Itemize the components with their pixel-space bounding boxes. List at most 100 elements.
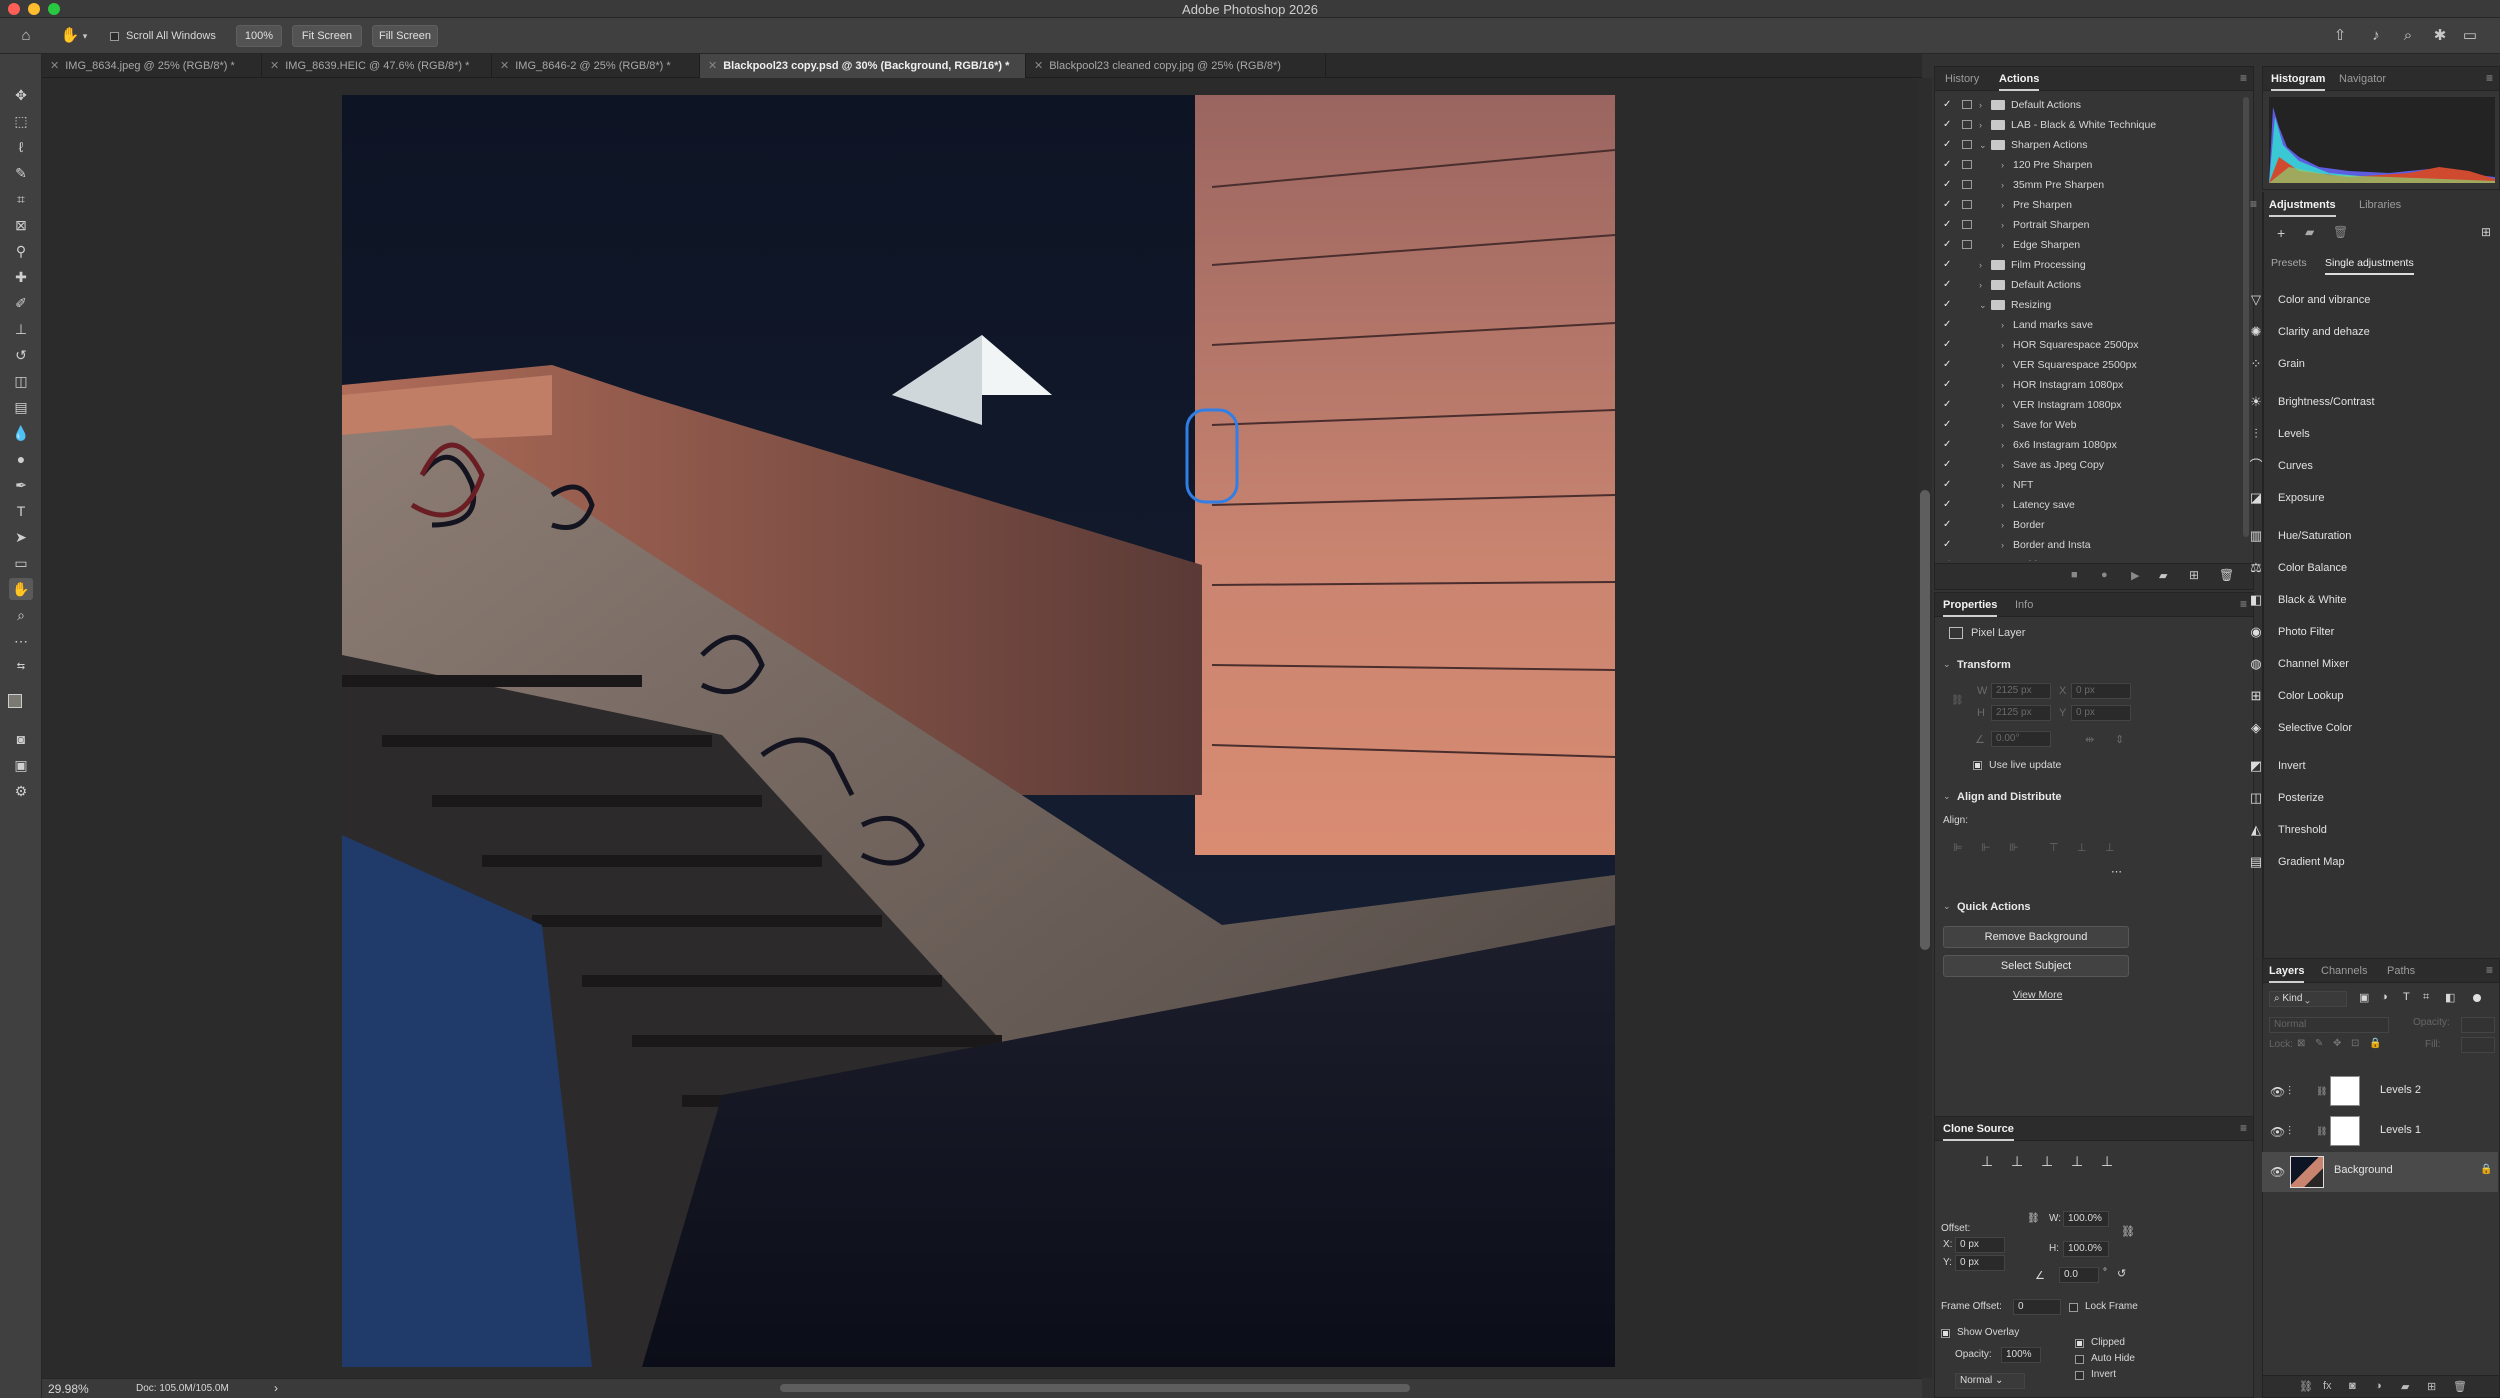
- lock-artboard-icon[interactable]: ⊡: [2351, 1038, 2359, 1049]
- fill-screen-button[interactable]: Fill Screen: [372, 25, 438, 47]
- delete-icon[interactable]: 🗑: [2219, 568, 2234, 582]
- check-icon[interactable]: ✓: [1943, 355, 1951, 375]
- chevron-right-icon[interactable]: ›: [2001, 235, 2004, 255]
- layer-row-levels-2[interactable]: 👁 ⫶ ⛓ Levels 2: [2262, 1072, 2498, 1112]
- fit-screen-button[interactable]: Fit Screen: [292, 25, 362, 47]
- action-item[interactable]: ✓ › Edge Sharpen: [1935, 235, 2235, 255]
- chevron-down-icon[interactable]: ⌄: [1979, 295, 1987, 315]
- link-icon[interactable]: ⛓: [2316, 1086, 2327, 1097]
- dialog-toggle-icon[interactable]: [1962, 240, 1972, 249]
- chevron-right-icon[interactable]: ›: [1979, 115, 1982, 135]
- chain-icon[interactable]: ⛓: [2121, 1225, 2135, 1238]
- overlay-blend-dropdown[interactable]: Normal ⌄: [1955, 1373, 2025, 1389]
- action-set-item[interactable]: ✓ › Default Actions: [1935, 275, 2235, 295]
- chevron-right-icon[interactable]: ›: [2001, 455, 2004, 475]
- w-field[interactable]: 2125 px: [1991, 683, 2051, 699]
- tab-adjustments[interactable]: Adjustments: [2269, 193, 2336, 217]
- offset-y-field[interactable]: 0 px: [1955, 1255, 2005, 1271]
- tab-channels[interactable]: Channels: [2321, 959, 2367, 983]
- action-set-item[interactable]: ✓ › Default Actions: [1935, 95, 2235, 115]
- history-brush-tool-icon[interactable]: ↺: [9, 344, 33, 366]
- check-icon[interactable]: ✓: [1943, 475, 1951, 495]
- remove-background-button[interactable]: Remove Background: [1943, 926, 2129, 948]
- home-icon[interactable]: ⌂: [14, 25, 38, 47]
- play-icon[interactable]: ▶: [2131, 569, 2139, 582]
- adjustment-layer-icon[interactable]: ◑: [2375, 1380, 2382, 1392]
- search-icon[interactable]: ⌕: [2396, 25, 2420, 47]
- opacity-field[interactable]: [2461, 1017, 2495, 1033]
- chevron-right-icon[interactable]: ›: [2001, 155, 2004, 175]
- dialog-toggle-icon[interactable]: [1962, 120, 1972, 129]
- action-item[interactable]: ✓ › Latency save: [1935, 495, 2235, 515]
- layer-mask-thumbnail[interactable]: [2330, 1076, 2360, 1106]
- marquee-tool-icon[interactable]: ⬚: [9, 110, 33, 132]
- new-action-icon[interactable]: ⊞: [2189, 568, 2199, 582]
- chevron-right-icon[interactable]: ›: [2001, 195, 2004, 215]
- chevron-right-icon[interactable]: ›: [1979, 95, 1982, 115]
- adjustment-item[interactable]: ✺ Clarity and dehaze: [2251, 322, 2370, 342]
- blend-mode-dropdown[interactable]: Normal: [2269, 1017, 2389, 1033]
- reset-transform-icon[interactable]: ↺: [2117, 1267, 2126, 1280]
- layer-row-levels-1[interactable]: 👁 ⫶ ⛓ Levels 1: [2262, 1112, 2498, 1152]
- swap-colors-icon[interactable]: ⇆: [9, 656, 33, 678]
- action-set-item[interactable]: ✓ › LAB - Black & White Technique: [1935, 115, 2235, 135]
- check-icon[interactable]: ✓: [1943, 495, 1951, 515]
- more-options-icon[interactable]: ⋯: [2111, 865, 2122, 878]
- tab-actions[interactable]: Actions: [1999, 67, 2040, 91]
- check-icon[interactable]: ✓: [1943, 95, 1951, 115]
- layer-filter-kind[interactable]: ⌕ Kind ⌄: [2269, 991, 2347, 1007]
- check-icon[interactable]: ✓: [1943, 535, 1951, 555]
- tab-layers[interactable]: Layers: [2269, 959, 2305, 983]
- action-set-item[interactable]: ✓ ⌄ Sharpen Actions: [1935, 135, 2235, 155]
- flip-vertical-icon[interactable]: ⇕: [2115, 733, 2124, 746]
- single-adjustments-tab[interactable]: Single adjustments: [2325, 257, 2414, 275]
- align-left-icon[interactable]: ⊫: [1953, 841, 1963, 854]
- check-icon[interactable]: ✓: [1943, 295, 1951, 315]
- dialog-toggle-icon[interactable]: [1962, 140, 1972, 149]
- lock-position-icon[interactable]: ✥: [2333, 1038, 2341, 1049]
- clone-source-1-icon[interactable]: ⊥: [1981, 1153, 1993, 1170]
- quick-mask-icon[interactable]: ◙: [9, 728, 33, 750]
- more-tools-icon[interactable]: ⋯: [9, 630, 33, 652]
- align-right-icon[interactable]: ⊪: [2009, 841, 2019, 854]
- check-icon[interactable]: ✓: [1943, 255, 1951, 275]
- tab-properties[interactable]: Properties: [1943, 593, 1998, 617]
- action-item[interactable]: ✓ › Amble save: [1935, 555, 2235, 561]
- healing-brush-tool-icon[interactable]: ✚: [9, 266, 33, 288]
- lasso-tool-icon[interactable]: ℓ: [9, 136, 33, 158]
- dialog-toggle-icon[interactable]: [1962, 200, 1972, 209]
- action-item[interactable]: ✓ › HOR Squarespace 2500px: [1935, 335, 2235, 355]
- mask-icon[interactable]: ◙: [2349, 1380, 2356, 1392]
- quick-actions-chevron-icon[interactable]: ⌄: [1943, 901, 1951, 912]
- document-canvas-image[interactable]: [342, 95, 1615, 1367]
- tab-navigator[interactable]: Navigator: [2339, 67, 2386, 91]
- filter-adjust-icon[interactable]: ◑: [2381, 991, 2388, 1003]
- discover-icon[interactable]: ✱: [2428, 25, 2452, 47]
- align-chevron-icon[interactable]: ⌄: [1943, 791, 1951, 802]
- chevron-right-icon[interactable]: ›: [2001, 415, 2004, 435]
- w-percent-field[interactable]: 100.0%: [2063, 1211, 2109, 1227]
- type-tool-icon[interactable]: T: [9, 500, 33, 522]
- check-icon[interactable]: ✓: [1943, 555, 1951, 561]
- chevron-right-icon[interactable]: ›: [2001, 315, 2004, 335]
- workspace-icon[interactable]: ▭: [2458, 25, 2482, 47]
- layer-thumbnail[interactable]: [2290, 1156, 2324, 1188]
- check-icon[interactable]: ✓: [1943, 435, 1951, 455]
- filter-smart-icon[interactable]: ◧: [2445, 991, 2455, 1004]
- chevron-right-icon[interactable]: ›: [2001, 335, 2004, 355]
- live-update-checkbox[interactable]: [1973, 761, 1982, 770]
- adjustment-item[interactable]: ◩ Invert: [2250, 756, 2306, 776]
- panel-menu-icon[interactable]: ≡: [2250, 197, 2257, 211]
- filter-toggle-icon[interactable]: [2473, 994, 2481, 1002]
- tab-libraries[interactable]: Libraries: [2359, 193, 2401, 217]
- lock-all-icon[interactable]: 🔒: [2369, 1038, 2381, 1049]
- adjustment-item[interactable]: ◍ Channel Mixer: [2250, 654, 2349, 674]
- action-item[interactable]: ✓ › Save for Web: [1935, 415, 2235, 435]
- tab-blackpool23-cleaned[interactable]: ✕ Blackpool23 cleaned copy.jpg @ 25% (RGB…: [1026, 54, 1326, 78]
- chevron-right-icon[interactable]: ›: [2001, 175, 2004, 195]
- zoom-level[interactable]: 29.98%: [48, 1382, 89, 1396]
- tab-img-8634[interactable]: ✕ IMG_8634.jpeg @ 25% (RGB/8*) *: [42, 54, 262, 78]
- path-select-tool-icon[interactable]: ➤: [9, 526, 33, 548]
- adjustment-item[interactable]: ◭ Threshold: [2251, 820, 2327, 840]
- add-icon[interactable]: +: [2277, 225, 2285, 241]
